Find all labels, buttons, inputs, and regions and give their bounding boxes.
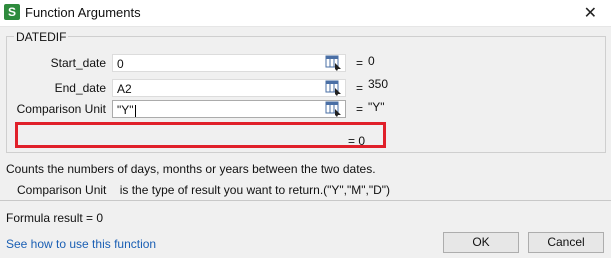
help-link[interactable]: See how to use this function <box>6 237 156 251</box>
formula-result-equals: = <box>86 211 94 225</box>
comparison-unit-input[interactable]: "Y" <box>112 100 346 118</box>
argument-name: Comparison Unit <box>17 183 107 197</box>
comparison-unit-equals: = <box>356 102 364 116</box>
dialog-body: DATEDIF Start_date 0 = 0 End_date A2 = 3… <box>0 27 611 258</box>
highlight-box <box>15 122 386 148</box>
start-date-equals: = <box>356 56 364 70</box>
end-date-result: 350 <box>368 77 389 91</box>
formula-result: Formula result = 0 <box>6 211 103 225</box>
start-date-input[interactable]: 0 <box>112 54 346 72</box>
close-icon[interactable]: ✕ <box>584 3 597 23</box>
range-select-icon[interactable] <box>325 101 343 117</box>
end-date-input[interactable]: A2 <box>112 79 346 97</box>
divider <box>0 200 611 201</box>
function-result: = 0 <box>348 134 365 148</box>
argument-help: is the type of result you want to return… <box>119 183 391 197</box>
function-result-value: 0 <box>358 134 366 148</box>
function-name: DATEDIF <box>14 30 69 44</box>
end-date-label: End_date <box>54 81 106 95</box>
function-description: Counts the numbers of days, months or ye… <box>6 162 376 176</box>
ok-button[interactable]: OK <box>443 232 519 253</box>
comparison-unit-result: "Y" <box>368 100 385 114</box>
formula-result-label: Formula result <box>6 211 83 225</box>
app-icon: S <box>4 4 20 20</box>
argument-description: Comparison Unit is the type of result yo… <box>17 183 390 197</box>
range-select-icon[interactable] <box>325 80 343 96</box>
comparison-unit-label: Comparison Unit <box>16 102 106 116</box>
cancel-button[interactable]: Cancel <box>528 232 604 253</box>
comparison-unit-value: "Y" <box>117 103 134 117</box>
start-date-label: Start_date <box>50 56 106 70</box>
end-date-equals: = <box>356 81 364 95</box>
text-caret <box>134 104 136 117</box>
window-title: Function Arguments <box>25 5 141 20</box>
formula-result-value: 0 <box>96 211 104 225</box>
title-bar: S Function Arguments ✕ <box>0 0 611 27</box>
start-date-result: 0 <box>368 54 375 68</box>
function-result-equals: = <box>348 134 356 148</box>
range-select-icon[interactable] <box>325 55 343 71</box>
